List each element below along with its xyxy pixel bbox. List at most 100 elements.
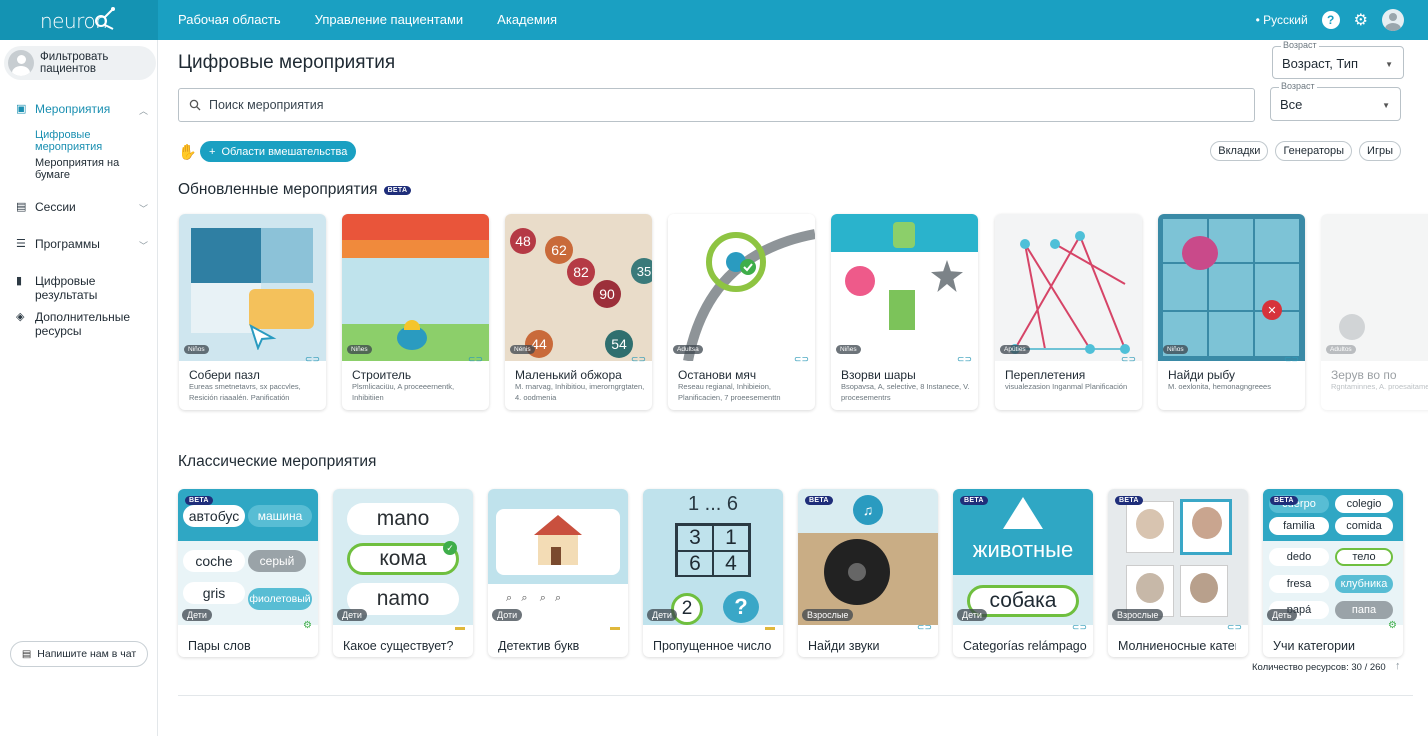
sidebar-item-activities[interactable]: ▣ Мероприятия ︿ bbox=[16, 102, 148, 116]
search-icon bbox=[189, 99, 201, 111]
card-title: Пары слов bbox=[188, 639, 251, 653]
tablet-icon: ▬ bbox=[610, 622, 620, 633]
language-label: Русский bbox=[1263, 13, 1308, 27]
categorias-thumbnail: животные собака bbox=[953, 489, 1093, 625]
age-badge: Деть bbox=[1267, 609, 1297, 621]
vr-icon: ⊂⊃ bbox=[1226, 622, 1242, 632]
classic-section-title: Классические мероприятия bbox=[178, 453, 377, 470]
sidebar-item-programs[interactable]: ☰ Программы ﹀ bbox=[16, 237, 148, 251]
sort-select[interactable]: Возраст Возраст, Тип ▼ bbox=[1272, 40, 1404, 79]
card-title: Найди звуки bbox=[808, 639, 880, 653]
generator-icon: ⚙ bbox=[1388, 620, 1397, 631]
classic-card-which-exists[interactable]: mano кома namo ✓ Дети ▬ Какое существует… bbox=[333, 489, 473, 657]
card-title: Найди рыбу bbox=[1168, 368, 1235, 382]
age-badge: Дети bbox=[647, 609, 677, 621]
card-description: visualezasion Inganmal Planificación bbox=[1005, 382, 1128, 391]
intertwine-thumbnail bbox=[995, 214, 1142, 361]
number-cell: 4 bbox=[713, 551, 749, 577]
sort-select-label: Возраст bbox=[1281, 40, 1319, 50]
nav-workspace[interactable]: Рабочая область bbox=[178, 12, 281, 27]
activity-card-builder[interactable]: Niñes ⊂⊃ Строитель Plsmlicaciüu, A proce… bbox=[342, 214, 489, 410]
classic-card-categorias[interactable]: животные собака BETA Дети ⊂⊃ Categorías … bbox=[953, 489, 1093, 657]
chat-button[interactable]: ▤ Напишите нам в чат bbox=[10, 641, 148, 667]
classic-card-find-sounds[interactable]: ♫ BETA Взрослые ⊂⊃ Найди звуки bbox=[798, 489, 938, 657]
sidebar-item-additional-resources[interactable]: ◈ Дополнительные ресурсы bbox=[16, 310, 148, 338]
updated-section-label: Обновленные мероприятия bbox=[178, 181, 378, 198]
which-exists-thumbnail: mano кома namo ✓ bbox=[333, 489, 473, 625]
age-badge: Доти bbox=[492, 609, 523, 621]
help-icon[interactable]: ? bbox=[1321, 11, 1340, 29]
search-input[interactable]: Поиск мероприятия bbox=[178, 88, 1255, 122]
card-title: Какое существует? bbox=[343, 639, 454, 653]
card-description: Bsopavsa, A, selective, 8 Instanece, V. … bbox=[841, 382, 970, 402]
word-pill: автобус bbox=[183, 505, 245, 527]
card-description: Reseau regianal, Inhibieion, Planificaci… bbox=[678, 382, 781, 402]
section-divider bbox=[178, 695, 1413, 696]
word-pill: машина bbox=[248, 505, 312, 527]
hand-icon: ✋ bbox=[178, 144, 197, 161]
partial-thumbnail bbox=[1321, 214, 1428, 361]
filter-patients-button[interactable]: Фильтровать пациентов bbox=[4, 46, 156, 80]
age-badge: Дети bbox=[182, 609, 212, 621]
vr-icon: ⊂⊃ bbox=[956, 354, 972, 364]
gear-icon[interactable]: ⚙ bbox=[1354, 10, 1368, 30]
word-pill: comida bbox=[1335, 517, 1393, 535]
user-avatar[interactable] bbox=[1382, 9, 1404, 31]
card-title: Строитель bbox=[352, 368, 412, 382]
card-title: Взорви шары bbox=[841, 368, 916, 382]
nav-patient-management[interactable]: Управление пациентами bbox=[315, 12, 464, 27]
find-sounds-thumbnail: ♫ bbox=[798, 489, 938, 625]
card-title: Переплетения bbox=[1005, 368, 1086, 382]
activity-card-puzzle[interactable]: Niños ⊂⊃ Собери пазл Eureas smetnetavrs,… bbox=[179, 214, 326, 410]
chevron-down-icon[interactable]: ﹀ bbox=[139, 202, 148, 215]
number-missing: ? bbox=[723, 591, 759, 623]
arrow-up-icon[interactable]: ↑ bbox=[1395, 660, 1401, 672]
age-badge: Adultos bbox=[1326, 345, 1356, 354]
card-description: M. rnarvag, Inhibitiou, imerorngrgtaten,… bbox=[515, 382, 645, 402]
classic-card-learn-categories[interactable]: cuerpo colegio familia comida dedo тело … bbox=[1263, 489, 1403, 657]
card-title: Собери пазл bbox=[189, 368, 260, 382]
activity-card-find-fish[interactable]: ✕ Niños ⊂⊃ Найди рыбу M. oexlonita, hemo… bbox=[1158, 214, 1305, 410]
beta-badge: BETA bbox=[1270, 496, 1298, 505]
sidebar-item-digital-results[interactable]: ▮ Цифровые результаты bbox=[16, 274, 148, 302]
builder-thumbnail bbox=[342, 214, 489, 361]
number-cell: 6 bbox=[677, 551, 713, 577]
word-pill: familia bbox=[1269, 517, 1329, 535]
nav-academy[interactable]: Академия bbox=[497, 12, 557, 27]
vr-icon: ⊂⊃ bbox=[1120, 354, 1136, 364]
sidebar-item-label: Программы bbox=[35, 237, 100, 251]
main-content: Цифровые мероприятия Возраст Возраст, Ти… bbox=[159, 40, 1428, 736]
list-icon: ☰ bbox=[16, 238, 26, 250]
intervention-areas-button[interactable]: + Области вмешательства bbox=[200, 141, 357, 162]
classic-card-letter-detective[interactable]: ⌕ ⌕ ⌕ ⌕ Доти ▬ Детектив букв bbox=[488, 489, 628, 657]
activity-card-pop-balloons[interactable]: Niñes ⊂⊃ Взорви шары Bsopavsa, A, select… bbox=[831, 214, 978, 410]
classic-card-missing-number[interactable]: 1 ... 6 3 1 6 4 2 ? Дети ▬ Пропущенное ч… bbox=[643, 489, 783, 657]
sidebar-subitem-digital[interactable]: Цифровые мероприятия bbox=[35, 129, 157, 153]
sidebar: Фильтровать пациентов ▣ Мероприятия ︿ Ци… bbox=[0, 40, 158, 736]
find-fish-thumbnail: ✕ bbox=[1158, 214, 1305, 361]
classic-card-lightning-categories[interactable]: BETA Взрослые ⊂⊃ Молниеносные категории bbox=[1108, 489, 1248, 657]
chevron-down-icon[interactable]: ﹀ bbox=[139, 239, 148, 252]
activity-card-little-glutton[interactable]: 48 62 82 90 35 54 44 Nénis ⊂⊃ Маленький … bbox=[505, 214, 652, 410]
bar-chart-icon: ▮ bbox=[16, 275, 23, 287]
word-pill: gris bbox=[183, 582, 245, 604]
age-select[interactable]: Возраст Все ▼ bbox=[1270, 81, 1401, 121]
sidebar-item-sessions[interactable]: ▤ Сессии ﹀ bbox=[16, 200, 148, 214]
top-nav: Рабочая область Управление пациентами Ак… bbox=[178, 12, 557, 27]
number-cell: 3 bbox=[677, 525, 713, 551]
word-pill: fresa bbox=[1269, 575, 1329, 593]
word-pill: фиолетовый bbox=[248, 588, 312, 610]
chip-games[interactable]: Игры bbox=[1359, 141, 1401, 161]
number-answer: 2 bbox=[671, 593, 703, 625]
activity-card-intertwine[interactable]: Apüties ⊂⊃ Переплетения visualezasion In… bbox=[995, 214, 1142, 410]
classic-card-word-pairs[interactable]: автобус машина coche серый gris фиолетов… bbox=[178, 489, 318, 657]
language-selector[interactable]: • Русский bbox=[1256, 13, 1308, 27]
chip-tabs[interactable]: Вкладки bbox=[1210, 141, 1269, 161]
activity-card-stop-ball[interactable]: Adultsa ⊂⊃ Останови мяч Reseau regianal,… bbox=[668, 214, 815, 410]
chip-generators[interactable]: Генераторы bbox=[1275, 141, 1353, 161]
beta-badge: BETA bbox=[805, 496, 833, 505]
sidebar-item-label: Сессии bbox=[35, 200, 76, 214]
sidebar-subitem-paper[interactable]: Мероприятия на бумаге bbox=[35, 157, 157, 181]
activity-card-partial[interactable]: Adultos Зерув во по Rgntaminnes, A. proe… bbox=[1321, 214, 1428, 410]
chevron-up-icon[interactable]: ︿ bbox=[139, 104, 148, 117]
